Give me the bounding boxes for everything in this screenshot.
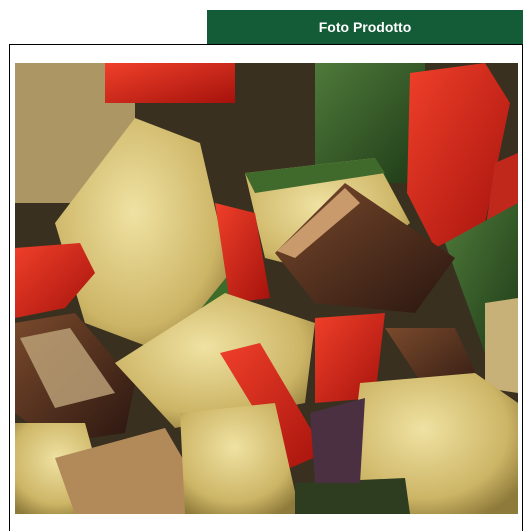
product-photo-tab-label: Foto Prodotto: [318, 19, 412, 35]
product-photo-panel: [9, 44, 523, 531]
product-photo-illustration: [15, 63, 518, 514]
product-photo: [15, 63, 518, 514]
product-photo-tab[interactable]: Foto Prodotto: [207, 10, 523, 44]
